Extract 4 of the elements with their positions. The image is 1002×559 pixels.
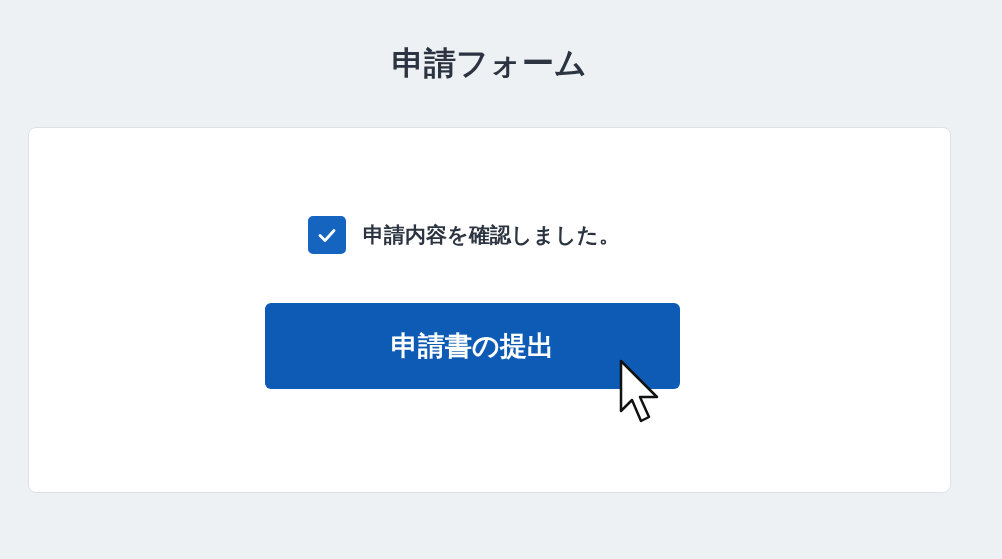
form-title: 申請フォーム [391,43,588,84]
cursor-icon [618,359,661,425]
confirmation-label: 申請内容を確認しました。 [362,222,620,249]
confirmation-checkbox[interactable] [307,216,346,254]
